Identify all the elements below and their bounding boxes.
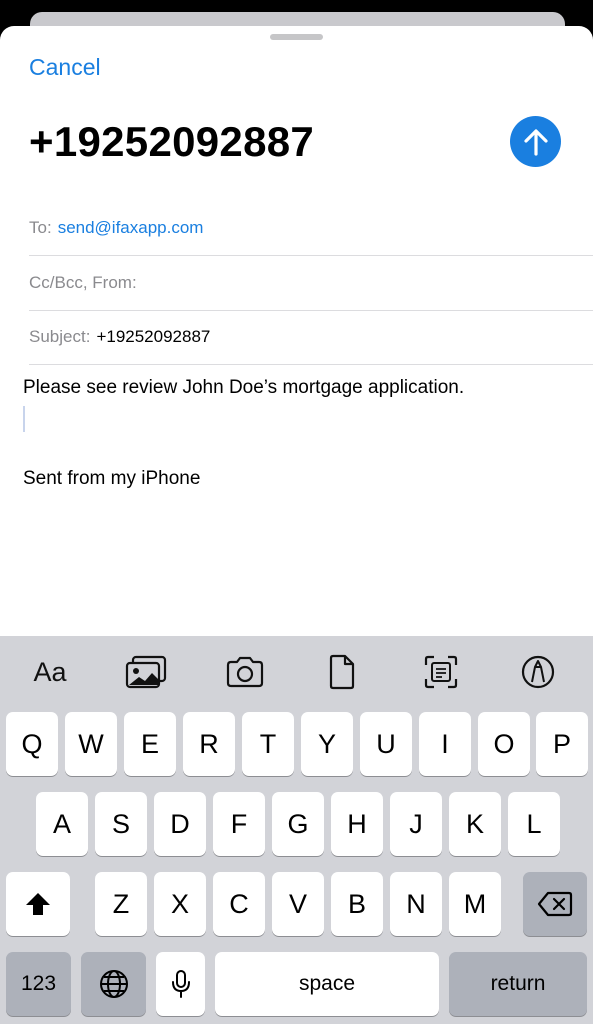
key-d[interactable]: D — [154, 792, 206, 856]
keyboard: Aa Q W E R T Y U I O P A S D F G H J K L… — [0, 636, 593, 1024]
subject-field[interactable]: Subject: +19252092887 — [29, 310, 593, 365]
document-icon — [329, 654, 355, 690]
shift-key[interactable] — [6, 872, 70, 936]
format-button[interactable]: Aa — [20, 652, 80, 692]
compose-title: +19252092887 — [29, 118, 315, 165]
markup-button[interactable] — [508, 652, 568, 692]
key-u[interactable]: U — [360, 712, 412, 776]
sheet-grabber[interactable] — [270, 34, 323, 40]
key-q[interactable]: Q — [6, 712, 58, 776]
space-key[interactable]: space — [215, 952, 439, 1016]
cc-bcc-from-field[interactable]: Cc/Bcc, From: — [29, 256, 593, 311]
key-m[interactable]: M — [449, 872, 501, 936]
key-j[interactable]: J — [390, 792, 442, 856]
key-k[interactable]: K — [449, 792, 501, 856]
key-s[interactable]: S — [95, 792, 147, 856]
attach-document-button[interactable] — [312, 652, 372, 692]
key-c[interactable]: C — [213, 872, 265, 936]
delete-key[interactable] — [523, 872, 587, 936]
photo-library-icon — [125, 655, 167, 689]
photo-library-button[interactable] — [116, 652, 176, 692]
key-v[interactable]: V — [272, 872, 324, 936]
key-r[interactable]: R — [183, 712, 235, 776]
numbers-key[interactable]: 123 — [6, 952, 71, 1016]
shift-icon — [26, 893, 50, 915]
camera-icon — [226, 656, 264, 688]
cancel-button[interactable]: Cancel — [29, 54, 101, 81]
message-signature[interactable]: Sent from my iPhone — [23, 468, 200, 490]
key-b[interactable]: B — [331, 872, 383, 936]
key-l[interactable]: L — [508, 792, 560, 856]
text-cursor — [23, 406, 25, 432]
key-n[interactable]: N — [390, 872, 442, 936]
delete-backward-icon — [537, 891, 573, 917]
markup-icon — [521, 655, 555, 689]
to-field[interactable]: To: send@ifaxapp.com — [29, 201, 593, 256]
dictation-key[interactable] — [156, 952, 205, 1016]
key-i[interactable]: I — [419, 712, 471, 776]
to-label: To: — [29, 218, 52, 237]
return-key[interactable]: return — [449, 952, 587, 1016]
camera-button[interactable] — [215, 652, 275, 692]
text-format-icon: Aa — [33, 656, 67, 687]
scan-document-icon — [424, 655, 458, 689]
key-x[interactable]: X — [154, 872, 206, 936]
arrow-up-icon — [523, 128, 548, 156]
globe-key[interactable] — [81, 952, 146, 1016]
key-y[interactable]: Y — [301, 712, 353, 776]
cc-bcc-from-label: Cc/Bcc, From: — [29, 273, 137, 292]
key-p[interactable]: P — [536, 712, 588, 776]
to-recipient[interactable]: send@ifaxapp.com — [58, 218, 204, 238]
key-t[interactable]: T — [242, 712, 294, 776]
subject-label: Subject: — [29, 327, 91, 346]
key-z[interactable]: Z — [95, 872, 147, 936]
key-w[interactable]: W — [65, 712, 117, 776]
key-e[interactable]: E — [124, 712, 176, 776]
globe-icon — [99, 970, 128, 998]
key-g[interactable]: G — [272, 792, 324, 856]
key-h[interactable]: H — [331, 792, 383, 856]
microphone-icon — [171, 970, 190, 998]
key-o[interactable]: O — [478, 712, 530, 776]
send-button[interactable] — [510, 116, 561, 167]
message-body[interactable]: Please see review John Doe’s mortgage ap… — [23, 377, 464, 399]
subject-value[interactable]: +19252092887 — [96, 327, 210, 347]
key-a[interactable]: A — [36, 792, 88, 856]
key-f[interactable]: F — [213, 792, 265, 856]
scan-document-button[interactable] — [411, 652, 471, 692]
